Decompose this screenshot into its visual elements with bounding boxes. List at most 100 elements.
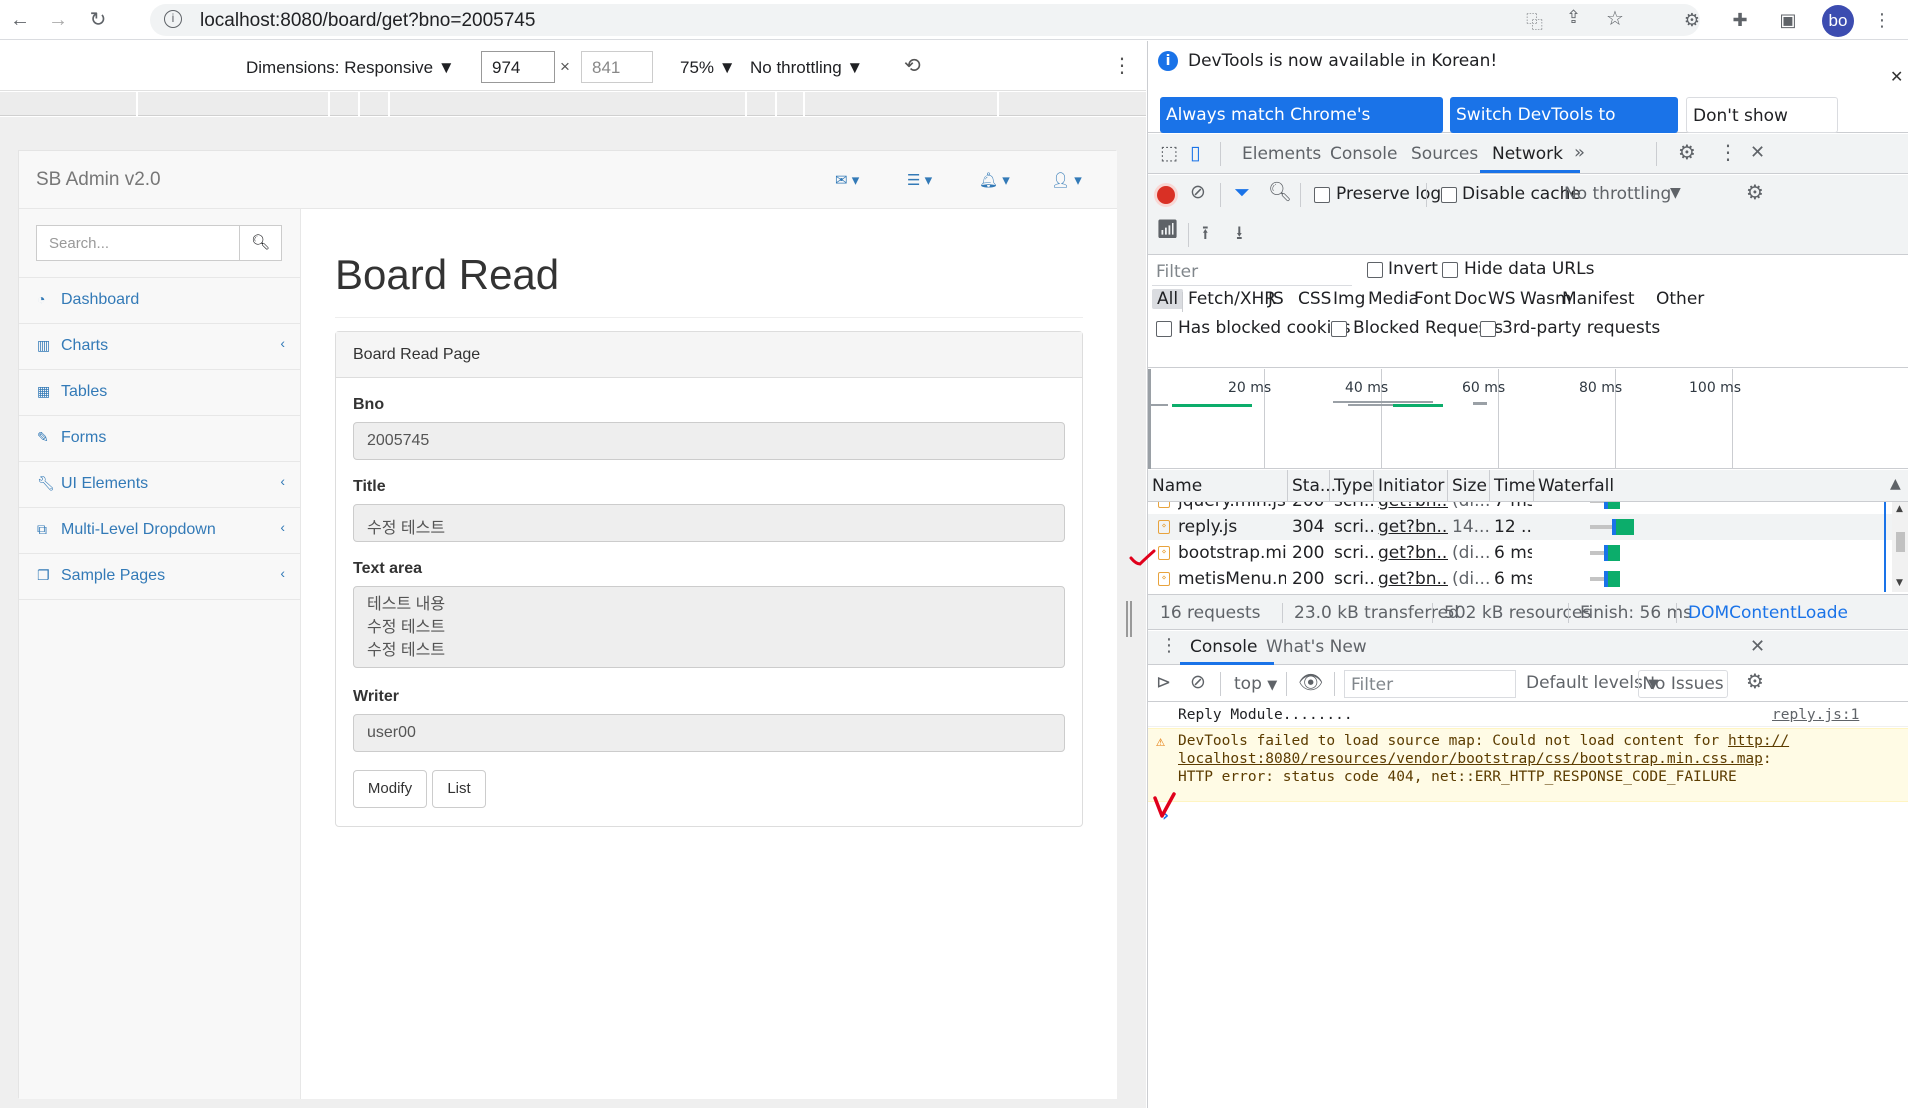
throttling-select[interactable]: No throttling ▼ [750, 58, 863, 78]
envelope-dropdown-icon[interactable]: ✉ ▾ [835, 171, 859, 189]
preserve-log-checkbox[interactable] [1314, 187, 1330, 203]
settings-gear-icon[interactable]: ⚙ [1678, 140, 1696, 164]
network-overview-timeline[interactable]: 20 ms 40 ms 60 ms 80 ms 100 ms [1148, 369, 1908, 469]
device-toggle-icon[interactable]: ▯ [1190, 142, 1200, 164]
col-size[interactable]: Size [1448, 470, 1490, 502]
sort-ascending-icon[interactable]: ▲ [1890, 476, 1901, 492]
type-filter-doc[interactable]: Doc [1454, 289, 1487, 309]
network-request-row[interactable]: ⋄ reply.js 304 scri...get?bn...14...12 ... [1148, 514, 1908, 540]
type-filter-font[interactable]: Font [1414, 289, 1451, 309]
modify-button[interactable]: Modify [353, 770, 427, 808]
sourcemap-link[interactable]: http:// [1728, 733, 1789, 749]
log-source-link[interactable]: reply.js:1 [1772, 707, 1859, 723]
close-drawer-icon[interactable]: ✕ [1750, 636, 1765, 657]
network-settings-gear-icon[interactable]: ⚙ [1746, 180, 1764, 204]
clear-icon[interactable]: ⊘ [1190, 181, 1206, 203]
inspect-element-icon[interactable]: ⬚ [1160, 142, 1178, 164]
more-tabs-icon[interactable]: » [1574, 142, 1585, 163]
record-icon[interactable] [1157, 186, 1175, 204]
viewport-resize-handle[interactable] [1126, 601, 1132, 637]
request-initiator[interactable]: get?bn... [1378, 502, 1448, 514]
type-filter-all[interactable]: All [1152, 289, 1184, 309]
invert-checkbox[interactable] [1367, 262, 1383, 278]
search-input[interactable]: Search... [36, 225, 240, 261]
translate-icon[interactable]: ⿻ [1526, 8, 1543, 33]
filter-funnel-icon[interactable]: ⏷ [1234, 180, 1250, 204]
sidebar-item-multi-level-dropdown[interactable]: ⧉ Multi-Level Dropdown ‹ [19, 508, 301, 554]
sourcemap-link-cont[interactable]: localhost:8080/resources/vendor/bootstra… [1178, 751, 1763, 767]
drawer-tab-whats-new[interactable]: What's New [1266, 637, 1367, 657]
network-request-row[interactable]: ⋄ bootstrap.min.js 200 scri...get?bn...(di.… [1148, 540, 1908, 566]
type-filter-manifest[interactable]: Manifest [1562, 289, 1635, 309]
request-initiator[interactable]: get?bn... [1378, 514, 1448, 540]
col-status[interactable]: Sta... [1288, 470, 1336, 502]
issues-button[interactable]: No Issues [1638, 670, 1728, 698]
request-initiator[interactable]: get?bn... [1378, 540, 1448, 566]
list-button[interactable]: List [432, 770, 486, 808]
console-filter-input[interactable]: Filter [1344, 670, 1516, 698]
type-filter-other[interactable]: Other [1656, 289, 1704, 309]
address-bar[interactable]: i localhost:8080/board/get?bno=2005745 ⿻… [150, 4, 1700, 36]
tasks-dropdown-icon[interactable]: ☰ ▾ [907, 171, 932, 189]
share-icon[interactable]: ⇪ [1566, 7, 1581, 28]
content-textarea[interactable]: 테스트 내용 수정 테스트 수정 테스트 [353, 586, 1065, 668]
site-info-icon[interactable]: i [164, 10, 182, 28]
type-filter-ws[interactable]: WS [1488, 289, 1516, 309]
console-settings-gear-icon[interactable]: ⚙ [1746, 669, 1764, 693]
col-initiator[interactable]: Initiator [1374, 470, 1448, 502]
sidebar-item-ui-elements[interactable]: 🔧︎ UI Elements ‹ [19, 462, 301, 508]
devtools-menu-icon[interactable]: ⋮ [1718, 140, 1738, 164]
sidebar-item-tables[interactable]: ▦ Tables [19, 370, 301, 416]
viewport-width-input[interactable]: 974 [481, 51, 555, 83]
tab-sources[interactable]: Sources [1411, 144, 1478, 164]
extension-gear-icon[interactable]: ⚙ [1680, 8, 1704, 32]
switch-korean-button[interactable]: Switch DevTools to Korean [1450, 97, 1678, 161]
device-more-icon[interactable]: ⋮ [1112, 53, 1132, 78]
type-filter-img[interactable]: Img [1333, 289, 1365, 309]
type-filter-fetch-xhr[interactable]: Fetch/XHR [1188, 289, 1276, 309]
col-time[interactable]: Time [1490, 470, 1536, 502]
close-devtools-icon[interactable]: ✕ [1750, 142, 1765, 163]
type-filter-css[interactable]: CSS [1298, 289, 1331, 309]
clear-console-icon[interactable]: ⊘ [1190, 671, 1206, 693]
console-sidebar-icon[interactable]: ⊳ [1156, 672, 1171, 693]
hide-data-urls-checkbox[interactable] [1442, 262, 1458, 278]
scroll-up-icon[interactable]: ▲ [1896, 504, 1903, 514]
sidebar-item-sample-pages[interactable]: ❐ Sample Pages ‹ [19, 554, 301, 600]
side-panel-icon[interactable]: ▣ [1776, 8, 1800, 32]
dont-show-again-button[interactable]: Don't show again [1686, 97, 1838, 162]
match-language-button[interactable]: Always match Chrome's language [1160, 97, 1443, 161]
network-scrollbar[interactable]: ▲ ▼ [1892, 502, 1908, 592]
brand-title[interactable]: SB Admin v2.0 [36, 169, 161, 191]
bell-dropdown-icon[interactable]: 🔔︎ ▾ [979, 171, 1010, 189]
request-initiator[interactable]: get?bn... [1378, 566, 1448, 592]
blocked-requests-checkbox[interactable] [1331, 321, 1347, 337]
col-waterfall[interactable]: Waterfall [1534, 470, 1908, 502]
export-har-icon[interactable]: ⭳ [1236, 219, 1243, 251]
sidebar-item-charts[interactable]: ▥ Charts ‹ [19, 324, 301, 370]
back-icon[interactable]: ← [8, 8, 32, 32]
forward-icon[interactable]: → [46, 8, 70, 32]
writer-field[interactable]: user00 [353, 714, 1065, 752]
live-expression-eye-icon[interactable]: 👁︎ [1298, 670, 1323, 694]
title-field[interactable]: 수정 테스트 [353, 504, 1065, 542]
user-dropdown-icon[interactable]: 👤︎ ▾ [1051, 171, 1082, 189]
bookmark-star-icon[interactable]: ☆ [1606, 6, 1624, 31]
type-filter-js[interactable]: JS [1268, 289, 1284, 309]
scroll-down-icon[interactable]: ▼ [1896, 578, 1903, 588]
tab-network[interactable]: Network [1492, 144, 1563, 164]
network-filter-input[interactable]: Filter [1152, 258, 1352, 286]
network-throttling-select[interactable]: No throttling [1564, 184, 1671, 204]
tab-elements[interactable]: Elements [1242, 144, 1321, 164]
col-type[interactable]: Type [1330, 470, 1374, 502]
type-filter-media[interactable]: Media [1368, 289, 1419, 309]
tab-console[interactable]: Console [1330, 144, 1398, 164]
sidebar-item-forms[interactable]: ✎ Forms [19, 416, 301, 462]
network-request-row[interactable]: ⋄ jquery.min.js 200 scri... get?bn... (di... 7… [1148, 502, 1908, 514]
zoom-select[interactable]: 75% ▼ [680, 58, 736, 78]
scrollbar-thumb[interactable] [1896, 532, 1905, 552]
sidebar-item-dashboard[interactable]: ◔ Dashboard [19, 278, 301, 324]
browser-menu-icon[interactable]: ⋮ [1870, 8, 1894, 32]
has-blocked-cookies-checkbox[interactable] [1156, 321, 1172, 337]
drawer-tab-console[interactable]: Console [1190, 637, 1258, 657]
